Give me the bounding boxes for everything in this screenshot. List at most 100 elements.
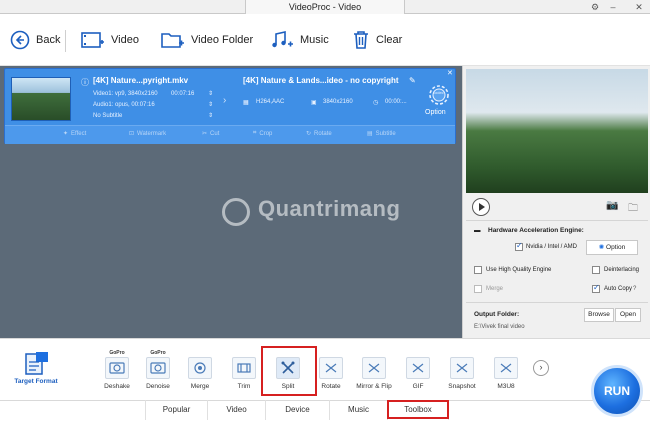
video-label: Video — [111, 34, 139, 46]
video-track-info: Video1: vp9, 3840x2160 — [93, 91, 158, 97]
codec-option-button[interactable] — [427, 83, 451, 107]
auto-copy-label: Auto Copy — [604, 286, 633, 292]
crop-icon: ⌗ — [253, 130, 257, 136]
rotate-icon: ↻ — [306, 131, 312, 137]
video-thumbnail[interactable] — [11, 77, 71, 121]
minimize-icon[interactable]: – — [606, 0, 620, 14]
hw-option-button[interactable]: ✺ Option — [586, 240, 638, 255]
divider — [466, 220, 648, 221]
tab-video[interactable]: Video — [207, 400, 265, 420]
info-icon[interactable]: ⓘ — [81, 77, 89, 88]
browse-button[interactable]: Browse — [584, 308, 614, 322]
video-task-card[interactable]: ⓘ [4K] Nature...pyright.mkv Video1: vp9,… — [4, 68, 456, 144]
effect-label: Effect — [71, 130, 87, 137]
tool-merge[interactable]: Merge — [178, 350, 222, 390]
subtitle-dropdown-icon[interactable]: ⇕ — [208, 112, 213, 119]
deinterlacing-checkbox[interactable] — [592, 266, 600, 274]
scissors-icon: ✂ — [202, 131, 208, 137]
settings-icon[interactable]: ⚙ — [588, 0, 602, 14]
open-folder-icon[interactable]: 🗀 — [628, 201, 638, 218]
trim-icon — [232, 357, 256, 379]
snapshot-label: Snapshot — [448, 383, 476, 390]
effect-icon: ✦ — [63, 131, 69, 137]
tab-popular[interactable]: Popular — [145, 400, 207, 420]
tool-deshake[interactable]: GoPro Deshake — [95, 350, 139, 390]
clock-icon: ◷ — [373, 100, 379, 106]
codec-icon: ▦ — [243, 100, 249, 106]
crop-tool[interactable]: ⌗ Crop — [253, 130, 272, 137]
option-label[interactable]: Option — [425, 109, 446, 116]
scroll-right-button[interactable]: › — [533, 360, 549, 376]
high-quality-checkbox[interactable] — [474, 266, 482, 274]
merge-icon — [188, 357, 212, 379]
rotate-tool[interactable]: ↻ Rotate — [306, 130, 332, 138]
rotate-label: Rotate — [314, 130, 332, 137]
music-label: Music — [300, 34, 329, 46]
divider — [466, 302, 648, 303]
mirror-flip-icon — [362, 357, 386, 379]
add-video-folder-button[interactable]: Video Folder — [161, 26, 253, 54]
tab-device[interactable]: Device — [265, 400, 329, 420]
watermark-logo-icon — [222, 198, 250, 226]
camera-icon[interactable]: 📷 — [606, 200, 618, 211]
tool-snapshot[interactable]: Snapshot — [440, 350, 484, 390]
remove-task-icon[interactable]: ✕ — [447, 69, 453, 77]
toolbar-separator — [65, 30, 66, 52]
video-track-duration: 00:07:16 — [171, 91, 195, 97]
back-button[interactable]: Back — [10, 26, 60, 54]
trim-label: Trim — [237, 383, 251, 390]
output-file-name: [4K] Nature & Lands...ideo - no copyrigh… — [243, 76, 399, 85]
gopro-badge: GoPro — [109, 350, 125, 356]
mirror-flip-label: Mirror & Flip — [356, 383, 392, 390]
output-duration: 00:00:... — [385, 99, 407, 105]
cut-label: Cut — [210, 130, 220, 137]
video-preview[interactable] — [466, 69, 648, 193]
tool-trim[interactable]: Trim — [222, 350, 266, 390]
trash-icon — [352, 30, 370, 50]
clear-button[interactable]: Clear — [352, 26, 402, 54]
cut-tool[interactable]: ✂ Cut — [202, 130, 220, 138]
tool-m3u8[interactable]: M3U8 — [484, 350, 528, 390]
back-label: Back — [36, 34, 61, 46]
subtitle-tool[interactable]: ▤ Subtitle — [367, 130, 396, 138]
target-format[interactable]: Target Format — [10, 350, 62, 385]
auto-copy-checkbox[interactable] — [592, 283, 600, 293]
hw-chip-icon: ▬ — [474, 227, 481, 234]
m3u8-icon — [494, 357, 518, 379]
help-icon[interactable]: ? — [633, 286, 636, 292]
close-icon[interactable]: ✕ — [632, 0, 646, 14]
subtitle-icon: ▤ — [367, 131, 373, 137]
video-track-dropdown-icon[interactable]: ⇕ — [208, 90, 213, 97]
subtitle-label: Subtitle — [375, 130, 396, 137]
gear-icon: ✺ — [598, 244, 605, 251]
resolution-icon: ▣ — [311, 100, 317, 106]
gopro-badge: GoPro — [150, 350, 166, 356]
run-button[interactable]: RUN — [591, 365, 643, 417]
add-video-button[interactable]: Video — [81, 26, 139, 54]
watermark-tool[interactable]: ⊡ Watermark — [129, 130, 166, 138]
split-highlight-frame — [261, 346, 317, 396]
audio-track-info: Audio1: opus, 00:07:16 — [93, 102, 155, 108]
hw-vendor-checkbox[interactable] — [515, 241, 523, 251]
subtitle-info: No Subtitle — [93, 113, 123, 119]
add-music-button[interactable]: Music — [270, 26, 329, 54]
open-button[interactable]: Open — [615, 308, 641, 322]
m3u8-label: M3U8 — [497, 383, 515, 390]
denoise-label: Denoise — [146, 383, 170, 390]
audio-track-dropdown-icon[interactable]: ⇕ — [208, 101, 213, 108]
tool-mirror-flip[interactable]: Mirror & Flip — [352, 350, 396, 390]
codec-gear-icon — [429, 85, 449, 105]
target-format-label: Target Format — [14, 378, 58, 385]
merge-checkbox[interactable] — [474, 285, 482, 293]
folder-icon — [161, 30, 185, 50]
hw-accel-label: Hardware Acceleration Engine: — [488, 227, 584, 234]
play-button[interactable] — [472, 198, 490, 216]
tool-denoise[interactable]: GoPro Denoise — [136, 350, 180, 390]
tab-music[interactable]: Music — [329, 400, 387, 420]
merge-label: Merge — [486, 286, 504, 292]
output-folder-label: Output Folder: — [474, 311, 520, 318]
codec-badge: codec — [433, 90, 444, 95]
tool-gif[interactable]: GIF — [396, 350, 440, 390]
effect-tool[interactable]: ✦ Effect — [63, 130, 87, 138]
edit-pencil-icon[interactable]: ✎ — [409, 76, 416, 85]
